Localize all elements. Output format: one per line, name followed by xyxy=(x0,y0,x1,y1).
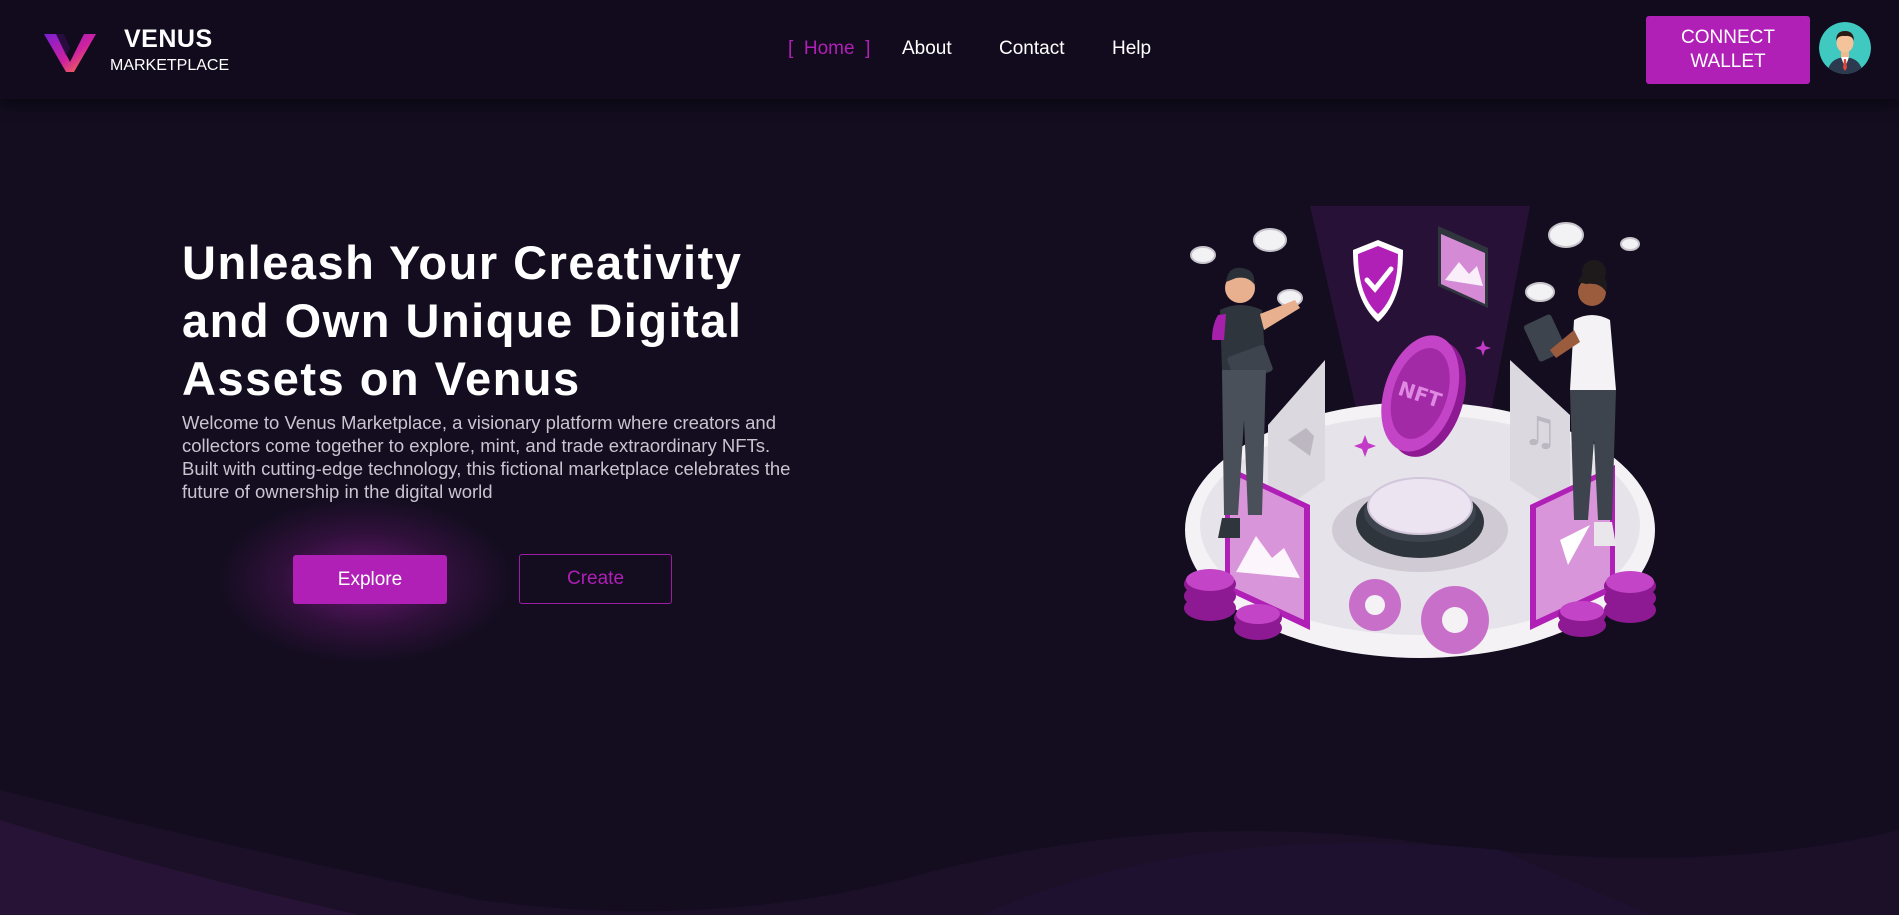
nft-marketplace-illustration-icon: ♫ NFT xyxy=(1184,206,1656,658)
hero-title: Unleash Your Creativity and Own Unique D… xyxy=(182,234,802,408)
hero-title-line1: Unleash Your Creativity xyxy=(182,236,743,289)
connect-wallet-label: CONNECT WALLET xyxy=(1681,26,1775,74)
brand-subtitle: MARKETPLACE xyxy=(110,57,230,74)
create-button[interactable]: Create xyxy=(519,554,672,604)
user-avatar-icon[interactable] xyxy=(1819,22,1871,74)
nav-about-link[interactable]: About xyxy=(902,38,952,60)
active-bracket-close: ] xyxy=(865,38,871,59)
hero-title-line3: Assets on Venus xyxy=(182,352,581,405)
hero-description: Welcome to Venus Marketplace, a visionar… xyxy=(182,412,791,502)
connect-label-line2: WALLET xyxy=(1690,51,1766,72)
svg-text:♫: ♫ xyxy=(1522,409,1558,455)
active-bracket-open: [ xyxy=(788,38,794,59)
brand-name: VENUS xyxy=(124,25,213,53)
nav-home-label: Home xyxy=(803,38,855,59)
hero-title-line2: and Own Unique Digital xyxy=(182,294,743,347)
connect-label-line1: CONNECT xyxy=(1681,27,1775,48)
decorative-wave xyxy=(0,790,1899,915)
top-navbar: VENUS MARKETPLACE [ Home ] About Contact… xyxy=(0,0,1899,99)
nav-contact-link[interactable]: Contact xyxy=(999,38,1064,60)
connect-wallet-button[interactable]: CONNECT WALLET xyxy=(1646,16,1810,84)
venus-logo-icon[interactable] xyxy=(42,28,98,74)
nav-help-link[interactable]: Help xyxy=(1112,38,1151,60)
nav-home-link[interactable]: [ Home ] xyxy=(788,38,870,60)
explore-button[interactable]: Explore xyxy=(293,555,447,604)
